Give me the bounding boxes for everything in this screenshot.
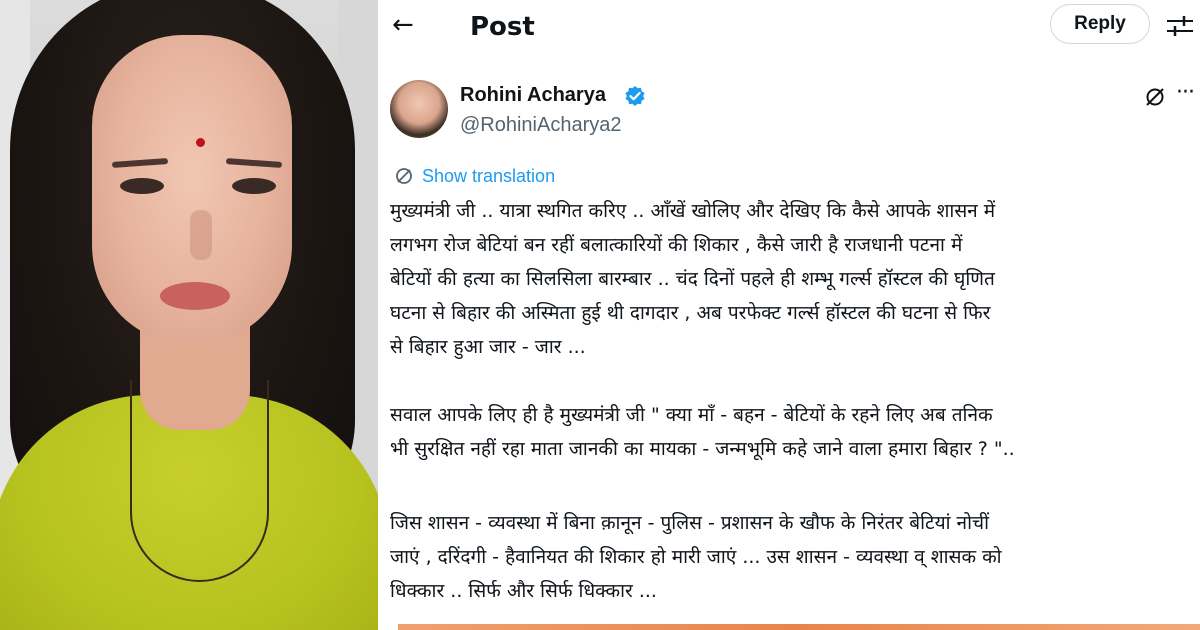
post-text-line: मुख्यमंत्री जी .. यात्रा स्थगित करिए .. … — [390, 200, 996, 222]
post-text-line: जिस शासन - व्यवस्था में बिना क़ानून - पु… — [390, 512, 990, 534]
nose — [190, 210, 212, 260]
eye — [120, 178, 164, 194]
more-icon[interactable]: ··· — [1176, 80, 1195, 105]
verified-badge-icon — [625, 86, 645, 106]
page-title: Post — [470, 12, 535, 42]
post-text-line: सवाल आपके लिए ही है मुख्यमंत्री जी " क्य… — [390, 404, 993, 426]
lips — [160, 282, 230, 310]
post-view: ← Post Reply Rohini Acharya @RohiniAchar… — [378, 0, 1200, 630]
post-paragraph: जिस शासन - व्यवस्था में बिना क़ानून - पु… — [390, 506, 1200, 608]
bindi — [196, 138, 205, 147]
grok-icon[interactable] — [1144, 86, 1166, 108]
eye — [232, 178, 276, 194]
post-paragraph: सवाल आपके लिए ही है मुख्यमंत्री जी " क्य… — [390, 398, 1200, 466]
post-text-line: भी सुरक्षित नहीं रहा माता जानकी का मायका… — [390, 438, 1015, 460]
post-text-line: जाएं , दरिंदगी - हैवानियत की शिकार हो मा… — [390, 546, 1002, 568]
author-name[interactable]: Rohini Acharya — [460, 82, 606, 108]
back-arrow-icon[interactable]: ← — [392, 10, 414, 40]
avatar[interactable] — [390, 80, 448, 138]
post-text-line: से बिहार हुआ जार - जार ... — [390, 336, 586, 358]
settings-icon[interactable] — [1165, 14, 1195, 38]
show-translation-link[interactable]: Show translation — [422, 164, 555, 188]
post-paragraph: मुख्यमंत्री जी .. यात्रा स्थगित करिए .. … — [390, 194, 1200, 364]
author-handle[interactable]: @RohiniAcharya2 — [460, 112, 622, 138]
media-preview-edge — [398, 624, 1200, 630]
post-text-line: घटना से बिहार की अस्मिता हुई थी दागदार ,… — [390, 302, 991, 324]
post-text-line: बेटियों की हत्या का सिलसिला बारम्बार .. … — [390, 268, 995, 290]
translate-icon — [396, 168, 412, 184]
reply-button[interactable]: Reply — [1050, 4, 1150, 44]
post-text-line: लगभग रोज बेटियां बन रहीं बलात्कारियों की… — [390, 234, 963, 256]
video-still-photo — [0, 0, 378, 630]
post-text-line: धिक्कार .. सिर्फ और सिर्फ धिक्कार ... — [390, 580, 657, 602]
